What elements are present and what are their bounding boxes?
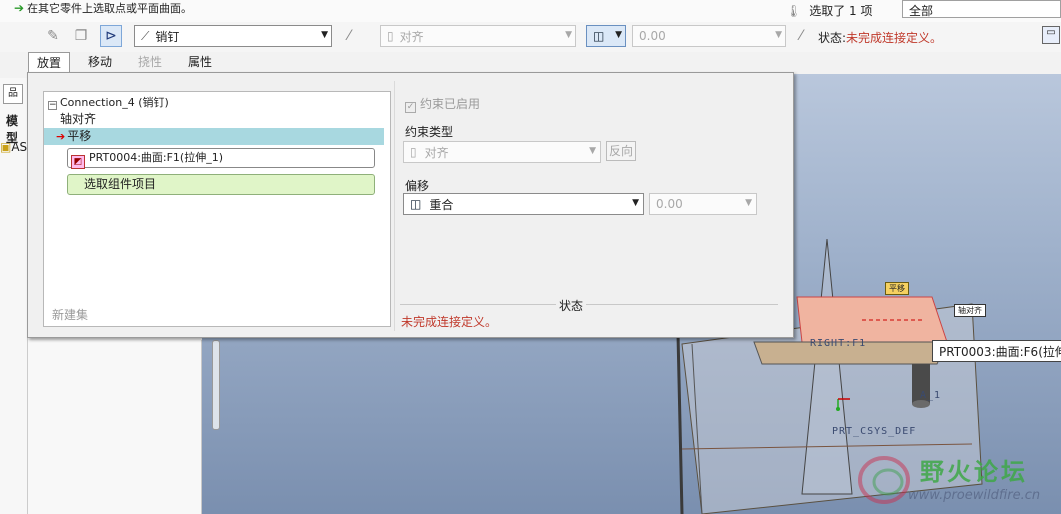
checkbox-icon: ✓	[405, 102, 416, 113]
translation-tag[interactable]: 平移	[885, 282, 909, 295]
watermark-url: www.proewildfire.cn	[908, 488, 1041, 503]
placement-panel: − Connection_4 (销钉) 轴对齐 ➔ 平移 ◩ PRT0004:曲面:F…	[27, 72, 794, 338]
user-defined-icon[interactable]: ✎	[42, 25, 64, 47]
chevron-down-icon: ▼	[632, 198, 639, 208]
tab-properties[interactable]: 属性	[180, 52, 220, 72]
component-placement-toolbar: ✎ ❐ ⊳ ⟋ 销钉 ▼ ⁄ ▯ 对齐 ▼ ◫ ▼ 0.00 ▼ ⁄ 状态:未完…	[0, 22, 1061, 52]
model-tree-strip: 品 模型 ▣AS	[0, 78, 28, 514]
pin-icon: ⟋	[141, 28, 150, 43]
edge	[676, 333, 684, 514]
chevron-down-icon: ▼	[745, 198, 752, 208]
prompt-message: ➔ 在其它零件上选取点或平面曲面。	[14, 0, 192, 16]
list-item-axis-align[interactable]: 轴对齐	[60, 111, 96, 128]
watermark-logo-icon	[858, 456, 910, 504]
cylinder-cap	[912, 400, 930, 408]
connection-type-value: 销钉	[155, 29, 180, 44]
align-icon: ▯	[410, 145, 417, 159]
align-icon: ▯	[387, 29, 394, 43]
selection-count: 选取了 1 项	[809, 4, 873, 18]
tab-move[interactable]: 移动	[80, 52, 120, 72]
axis-label: A_1	[920, 390, 942, 401]
chevron-down-icon: ▼	[321, 30, 328, 40]
collapse-icon[interactable]: −	[48, 101, 57, 110]
tab-placement[interactable]: 放置	[28, 52, 71, 72]
status-section-title: 状态	[556, 297, 587, 314]
divider	[394, 81, 395, 331]
status-message: 未完成连接定义。	[401, 315, 498, 329]
offset-type-select[interactable]: ◫ 重合 ▼	[403, 193, 644, 215]
flip-offset-icon[interactable]: ⁄	[790, 25, 812, 47]
datum-label-csys: PRT_CSYS_DEF	[832, 426, 917, 437]
status-value: 未完成连接定义。	[846, 31, 943, 45]
reference-collector-select[interactable]: 选取组件项目	[67, 174, 375, 195]
thermometer-icon: 🌡	[786, 4, 802, 18]
chevron-down-icon: ▼	[615, 30, 622, 40]
coincident-icon: ◫	[593, 29, 605, 43]
watermark-title: 野火论坛	[920, 458, 1028, 486]
list-item-translation[interactable]: ➔ 平移	[44, 128, 384, 145]
selection-filter-dropdown[interactable]: 全部	[902, 0, 1061, 18]
reference-collector-surface[interactable]: ◩ PRT0004:曲面:F1(拉伸_1)	[67, 148, 375, 169]
sash-handle[interactable]	[212, 340, 220, 430]
surface-tooltip: PRT0003:曲面:F6(拉伸_	[932, 340, 1061, 362]
model-tree-icon[interactable]: 品	[3, 84, 23, 104]
status-label: 状态:	[818, 31, 847, 45]
copy-icon[interactable]: ❐	[70, 25, 92, 47]
chevron-down-icon: ▼	[775, 30, 782, 40]
selection-filter-value: 全部	[909, 4, 934, 18]
offset-value-text: 0.00	[656, 197, 683, 211]
offset-value: 0.00	[639, 29, 666, 43]
watermark: 野火论坛 www.proewildfire.cn	[850, 446, 1061, 514]
flip-icon[interactable]: ⁄	[338, 25, 360, 47]
datum-label-right: RIGHT:F1	[810, 338, 867, 349]
list-item-label: 平移	[67, 129, 92, 143]
red-arrow-icon: ➔	[56, 130, 66, 143]
constraint-type-selected: 对齐	[424, 145, 449, 160]
offset-label: 偏移	[405, 179, 430, 193]
reference-surface-label: PRT0004:曲面:F1(拉伸_1)	[89, 151, 224, 164]
pause-icon[interactable]: ▭	[1042, 26, 1060, 44]
assembly-icon: ▣	[0, 140, 12, 154]
offset-type-button[interactable]: ◫ ▼	[586, 25, 626, 47]
message-bar: ➔ 在其它零件上选取点或平面曲面。 🌡 选取了 1 项 全部	[0, 0, 1061, 22]
connection-node[interactable]: − Connection_4 (销钉)	[48, 94, 169, 111]
csys-origin	[836, 407, 840, 411]
connection-type-dropdown[interactable]: ⟋ 销钉 ▼	[134, 25, 332, 47]
constraint-type-dropdown[interactable]: ▯ 对齐 ▼	[380, 25, 576, 47]
flip-button: 反向	[606, 141, 636, 161]
green-arrow-icon: ➔	[14, 1, 25, 15]
slide-up-tabs: 放置 移动 挠性 属性	[28, 52, 230, 72]
axis-align-tag[interactable]: 轴对齐	[954, 304, 986, 317]
chevron-down-icon: ▼	[589, 146, 596, 156]
mechanism-connection-icon[interactable]: ⊳	[100, 25, 122, 47]
constraint-type-value: 对齐	[399, 29, 424, 44]
chevron-down-icon: ▼	[565, 30, 572, 40]
constraint-set-list: − Connection_4 (销钉) 轴对齐 ➔ 平移 ◩ PRT0004:曲面:F…	[43, 91, 391, 327]
offset-type-selected: 重合	[429, 197, 454, 212]
status-divider	[400, 304, 778, 305]
model-tree-area	[28, 340, 202, 514]
tree-item-label: AS	[11, 140, 28, 154]
offset-value-field: 0.00 ▼	[649, 193, 757, 215]
offset-value-input[interactable]: 0.00 ▼	[632, 25, 786, 47]
tab-flexibility: 挠性	[138, 55, 163, 69]
status-display: 状态:未完成连接定义。	[818, 29, 942, 46]
coincident-icon: ◫	[410, 197, 422, 211]
new-set-link[interactable]: 新建集	[52, 306, 88, 323]
constraint-enabled-label: 约束已启用	[420, 97, 481, 111]
selection-info: 🌡 选取了 1 项	[786, 2, 873, 19]
surface-icon: ◩	[71, 155, 85, 169]
tree-item[interactable]: ▣AS	[0, 140, 27, 154]
prompt-text: 在其它零件上选取点或平面曲面。	[27, 2, 193, 15]
constraint-type-label: 约束类型	[405, 125, 454, 139]
constraint-properties: ✓ 约束已启用 约束类型 ▯ 对齐 ▼ 反向 偏移 ◫ 重合 ▼ 0.00 ▼ 状…	[400, 91, 780, 331]
connection-name: Connection_4 (销钉)	[60, 96, 169, 109]
constraint-enabled-checkbox[interactable]: ✓ 约束已启用	[405, 95, 480, 113]
constraint-type-select: ▯ 对齐 ▼	[403, 141, 601, 163]
